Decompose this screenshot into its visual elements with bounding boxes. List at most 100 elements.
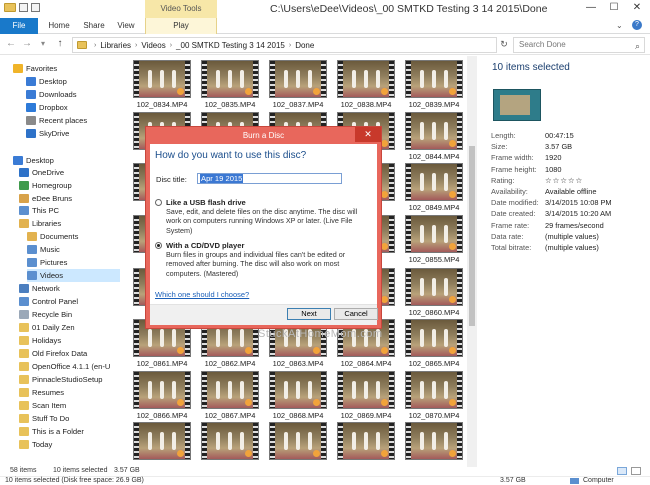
file-tile[interactable]: 102_0835.MP4 bbox=[197, 58, 263, 110]
file-name: 102_0864.MP4 bbox=[340, 359, 392, 368]
file-tile[interactable]: 102_0844.MP4 bbox=[401, 110, 467, 162]
sidebar-item-label: Today bbox=[32, 440, 53, 449]
sidebar-item-homegroup[interactable]: Homegroup bbox=[19, 179, 120, 192]
play-icon bbox=[449, 140, 456, 147]
sidebar-item-downloads[interactable]: Downloads bbox=[26, 88, 120, 101]
sidebar-item-old-firefox-data[interactable]: Old Firefox Data bbox=[19, 347, 120, 360]
which-to-choose-link[interactable]: Which one should I choose? bbox=[155, 290, 249, 299]
minimize-button[interactable]: — bbox=[580, 0, 602, 16]
sidebar-item-stuff-to-do[interactable]: Stuff To Do bbox=[19, 412, 120, 425]
file-tile[interactable] bbox=[265, 420, 331, 467]
file-tile[interactable] bbox=[401, 420, 467, 467]
detail-value: 3/14/2015 10:20 AM bbox=[545, 209, 612, 219]
sidebar-item-dropbox[interactable]: Dropbox bbox=[26, 101, 120, 114]
forward-button[interactable]: → bbox=[20, 37, 34, 51]
rating-stars[interactable]: ☆☆☆☆☆ bbox=[545, 176, 583, 185]
file-tile[interactable]: 102_0869.MP4 bbox=[333, 369, 399, 421]
properties-icon[interactable] bbox=[19, 3, 28, 12]
sidebar-item-recent-places[interactable]: Recent places bbox=[26, 114, 120, 127]
cd-dvd-radio[interactable] bbox=[155, 242, 162, 249]
breadcrumb-folder[interactable]: _00 SMTKD Testing 3 14 2015 bbox=[176, 41, 285, 50]
refresh-button[interactable]: ↻ bbox=[497, 37, 511, 51]
file-tile[interactable]: 102_0849.MP4 bbox=[401, 161, 467, 213]
file-tile[interactable]: 102_0867.MP4 bbox=[197, 369, 263, 421]
tab-view[interactable]: View bbox=[113, 18, 139, 34]
file-tile[interactable]: 102_0860.MP4 bbox=[401, 266, 467, 318]
ribbon-expand-icon[interactable]: ⌄ bbox=[616, 21, 623, 30]
breadcrumb-done[interactable]: Done bbox=[295, 41, 314, 50]
tab-play[interactable]: Play bbox=[145, 18, 217, 34]
sidebar-item-scan-item[interactable]: Scan Item bbox=[19, 399, 120, 412]
large-icons-view-icon[interactable] bbox=[631, 467, 641, 475]
file-tile[interactable]: 102_0868.MP4 bbox=[265, 369, 331, 421]
file-tile[interactable]: 102_0870.MP4 bbox=[401, 369, 467, 421]
sidebar-item-holidays[interactable]: Holidays bbox=[19, 334, 120, 347]
breadcrumb-videos[interactable]: Videos bbox=[141, 41, 165, 50]
file-tile[interactable]: 102_0865.MP4 bbox=[401, 317, 467, 369]
sidebar-item-onedrive[interactable]: OneDrive bbox=[19, 166, 120, 179]
figure-shape bbox=[432, 381, 436, 399]
sidebar-item-favorites[interactable]: Favorites bbox=[13, 62, 120, 75]
tab-home[interactable]: Home bbox=[44, 18, 74, 34]
search-input[interactable]: Search Done ⌕ bbox=[513, 37, 645, 53]
play-icon bbox=[313, 347, 320, 354]
cloud-icon bbox=[26, 129, 36, 138]
play-icon bbox=[177, 450, 184, 457]
sidebar-item-this-pc[interactable]: This PC bbox=[19, 204, 120, 217]
tab-file[interactable]: File bbox=[0, 18, 38, 34]
sidebar-item-resumes[interactable]: Resumes bbox=[19, 386, 120, 399]
sidebar-item-videos[interactable]: Videos bbox=[27, 269, 120, 282]
sidebar-item-this-is-a-folder[interactable]: This is a Folder bbox=[19, 425, 120, 438]
sidebar-item-today[interactable]: Today bbox=[19, 438, 120, 451]
video-thumbnail bbox=[337, 422, 395, 460]
sidebar-item-desktop[interactable]: Desktop bbox=[26, 75, 120, 88]
breadcrumb-libraries[interactable]: Libraries bbox=[100, 41, 131, 50]
help-icon[interactable]: ? bbox=[632, 20, 642, 30]
new-folder-icon[interactable] bbox=[31, 3, 40, 12]
sidebar-item-01-daily-zen[interactable]: 01 Daily Zen bbox=[19, 321, 120, 334]
dialog-close-button[interactable]: ✕ bbox=[355, 127, 381, 142]
file-tile[interactable]: 102_0834.MP4 bbox=[129, 58, 195, 110]
usb-flash-radio[interactable] bbox=[155, 199, 162, 206]
file-tile[interactable]: 102_0838.MP4 bbox=[333, 58, 399, 110]
cd-dvd-option-title[interactable]: With a CD/DVD player bbox=[166, 241, 244, 250]
file-tile[interactable]: 102_0839.MP4 bbox=[401, 58, 467, 110]
play-icon bbox=[381, 347, 388, 354]
vertical-scrollbar[interactable] bbox=[467, 56, 477, 467]
sidebar-item-skydrive[interactable]: SkyDrive bbox=[26, 127, 120, 140]
details-view-icon[interactable] bbox=[617, 467, 627, 475]
tab-share[interactable]: Share bbox=[79, 18, 109, 34]
sidebar-item-music[interactable]: Music bbox=[27, 243, 120, 256]
recent-locations-button[interactable]: ▾ bbox=[36, 37, 50, 51]
disc-title-input[interactable]: Apr 19 2015 bbox=[197, 173, 342, 184]
maximize-button[interactable]: ☐ bbox=[603, 0, 625, 16]
close-button[interactable]: ✕ bbox=[626, 0, 648, 16]
back-button[interactable]: ← bbox=[4, 37, 18, 51]
detail-key: Frame width: bbox=[491, 153, 534, 163]
next-button[interactable]: Next bbox=[287, 308, 331, 320]
video-thumbnail bbox=[337, 371, 395, 409]
video-thumbnail bbox=[405, 319, 463, 357]
sidebar-item-pictures[interactable]: Pictures bbox=[27, 256, 120, 269]
sidebar-item-recycle-bin[interactable]: Recycle Bin bbox=[19, 308, 120, 321]
file-tile[interactable] bbox=[333, 420, 399, 467]
detail-value: 1080 bbox=[545, 164, 562, 174]
scrollbar-thumb[interactable] bbox=[469, 146, 475, 326]
file-tile[interactable]: 102_0866.MP4 bbox=[129, 369, 195, 421]
address-bar[interactable]: › Libraries › Videos › _00 SMTKD Testing… bbox=[72, 37, 497, 53]
usb-flash-option-title[interactable]: Like a USB flash drive bbox=[166, 198, 246, 207]
file-tile[interactable] bbox=[129, 420, 195, 467]
file-tile[interactable]: 102_0837.MP4 bbox=[265, 58, 331, 110]
sidebar-item-openoffice-4-1-1-en-u[interactable]: OpenOffice 4.1.1 (en-U bbox=[19, 360, 120, 373]
play-icon bbox=[177, 347, 184, 354]
sidebar-item-documents[interactable]: Documents bbox=[27, 230, 120, 243]
sidebar-item-pinnaclestudiosetup[interactable]: PinnacleStudioSetup bbox=[19, 373, 120, 386]
file-tile[interactable] bbox=[197, 420, 263, 467]
sidebar-item-libraries[interactable]: Libraries bbox=[19, 217, 120, 230]
sidebar-item-control-panel[interactable]: Control Panel bbox=[19, 295, 120, 308]
sidebar-item-label: Favorites bbox=[26, 64, 58, 73]
cancel-button[interactable]: Cancel bbox=[334, 308, 378, 320]
sidebar-item-network[interactable]: Network bbox=[19, 282, 120, 295]
file-tile[interactable]: 102_0855.MP4 bbox=[401, 213, 467, 265]
up-button[interactable]: ↑ bbox=[53, 37, 67, 51]
